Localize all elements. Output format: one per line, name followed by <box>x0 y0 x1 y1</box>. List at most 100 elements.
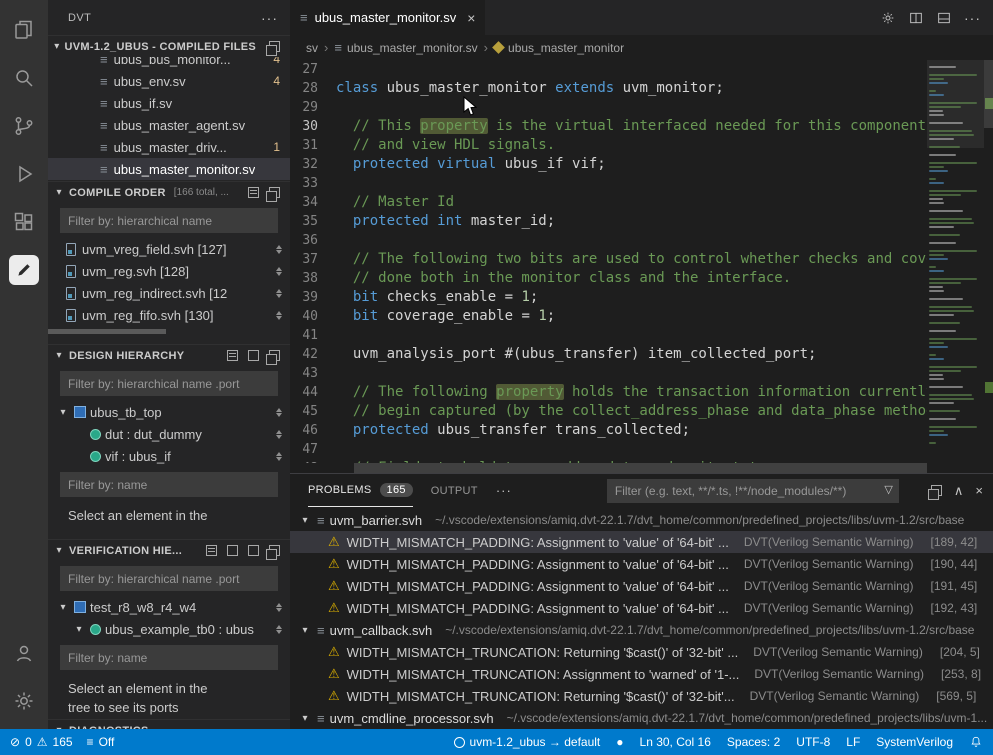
layout-panel-icon[interactable] <box>936 10 952 26</box>
compiled-file-item[interactable]: ≡ubus_env.sv4 <box>48 70 290 92</box>
code-line[interactable]: 39 bit checks_enable = 1; <box>290 288 927 307</box>
code-line[interactable]: 36 <box>290 231 927 250</box>
code-line[interactable]: 33 <box>290 174 927 193</box>
code-line[interactable]: 42 uvm_analysis_port #(ubus_transfer) it… <box>290 345 927 364</box>
code-line[interactable]: 30 // This property is the virtual inter… <box>290 117 927 136</box>
code-line[interactable]: 47 <box>290 440 927 459</box>
collapse-all-icon[interactable] <box>269 187 280 198</box>
source-control-icon[interactable] <box>0 102 48 150</box>
code-editor[interactable]: 2728class ubus_master_monitor extends uv… <box>290 60 993 473</box>
problem-file-row[interactable]: ▾≡uvm_barrier.svh~/.vscode/extensions/am… <box>290 509 993 531</box>
code-line[interactable]: 27 <box>290 60 927 79</box>
collapse-all-icon[interactable] <box>269 41 280 52</box>
tab-output[interactable]: OUTPUT <box>431 474 478 507</box>
close-panel-icon[interactable]: × <box>975 483 983 498</box>
compiled-file-item[interactable]: ≡ubus_bus_monitor...4 <box>48 57 290 70</box>
verification-ports-filter-input[interactable] <box>60 645 278 670</box>
group-elements-icon[interactable] <box>227 545 238 556</box>
section-verification-hierarchy[interactable]: ▾ VERIFICATION HIE... <box>48 539 290 561</box>
section-compile-order[interactable]: ▾ COMPILE ORDER [166 total, ... <box>48 181 290 203</box>
more-actions-icon[interactable]: ··· <box>261 10 278 26</box>
problem-row[interactable]: ⚠WIDTH_MISMATCH_TRUNCATION: Returning '$… <box>290 685 993 707</box>
hierarchy-item[interactable]: ▾ubus_example_tb0 : ubus <box>48 618 290 640</box>
problem-row[interactable]: ⚠WIDTH_MISMATCH_PADDING: Assignment to '… <box>290 531 993 553</box>
link-editor-icon[interactable] <box>248 545 259 556</box>
code-line[interactable]: 43 <box>290 364 927 383</box>
move-panel-icon[interactable] <box>931 485 942 496</box>
problem-file-row[interactable]: ▾≡uvm_cmdline_processor.svh~/.vscode/ext… <box>290 707 993 729</box>
problem-row[interactable]: ⚠WIDTH_MISMATCH_TRUNCATION: Returning '$… <box>290 641 993 663</box>
hierarchy-item[interactable]: ▾ubus_tb_top <box>48 401 290 423</box>
notifications-bell-icon[interactable] <box>969 735 983 749</box>
breadcrumb-folder[interactable]: sv <box>306 41 318 55</box>
cursor-position[interactable]: Ln 30, Col 16 <box>640 735 711 749</box>
breadcrumb-class[interactable]: ubus_master_monitor <box>494 41 624 55</box>
language-status[interactable]: SystemVerilog <box>876 735 953 749</box>
compile-order-item[interactable]: uvm_reg.svh [128] <box>48 260 290 282</box>
hierarchy-view-icon[interactable] <box>206 545 217 556</box>
code-line[interactable]: 35 protected int master_id; <box>290 212 927 231</box>
compiled-file-item[interactable]: ≡ubus_master_driv...1 <box>48 136 290 158</box>
compile-order-item[interactable]: uvm_reg_fifo.svh [130] <box>48 304 290 326</box>
horizontal-scrollbar[interactable] <box>354 463 927 473</box>
collapse-all-icon[interactable] <box>269 350 280 361</box>
code-line[interactable]: 31 // and view HDL signals. <box>290 136 927 155</box>
problem-row[interactable]: ⚠WIDTH_MISMATCH_PADDING: Assignment to '… <box>290 575 993 597</box>
verification-hierarchy-filter-input[interactable] <box>60 566 278 591</box>
code-line[interactable]: 44 // The following property holds the t… <box>290 383 927 402</box>
settings-gear-icon[interactable] <box>0 677 48 725</box>
design-ports-filter-input[interactable] <box>60 472 278 497</box>
minimap[interactable] <box>927 60 984 463</box>
section-diagnostics[interactable]: ▾ DIAGNOSTICS <box>48 719 290 729</box>
code-line[interactable]: 45 // begin captured (by the collect_add… <box>290 402 927 421</box>
maximize-panel-icon[interactable]: ∧ <box>954 483 964 499</box>
vertical-scrollbar[interactable] <box>984 60 993 128</box>
close-tab-icon[interactable]: × <box>467 10 475 26</box>
code-line[interactable]: 40 bit coverage_enable = 1; <box>290 307 927 326</box>
compile-order-item[interactable]: uvm_vreg_field.svh [127] <box>48 238 290 260</box>
hierarchy-item[interactable]: vif : ubus_if <box>48 445 290 467</box>
compiled-file-item[interactable]: ≡ubus_master_monitor.sv <box>48 158 290 180</box>
eol-status[interactable]: LF <box>846 735 860 749</box>
search-icon[interactable] <box>0 54 48 102</box>
link-editor-icon[interactable] <box>248 350 259 361</box>
code-line[interactable]: 46 protected ubus_transfer trans_collect… <box>290 421 927 440</box>
design-hierarchy-filter-input[interactable] <box>60 371 278 396</box>
filter-funnel-icon[interactable]: ▽ <box>884 483 892 496</box>
horizontal-scrollbar[interactable] <box>48 329 166 334</box>
compiled-file-item[interactable]: ≡ubus_if.sv <box>48 92 290 114</box>
code-line[interactable]: 37 // The following two bits are used to… <box>290 250 927 269</box>
extensions-icon[interactable] <box>0 198 48 246</box>
code-line[interactable]: 41 <box>290 326 927 345</box>
tab-ubus-master-monitor[interactable]: ≡ ubus_master_monitor.sv × <box>290 0 485 35</box>
compile-order-item[interactable]: uvm_reg_indirect.svh [12 <box>48 282 290 304</box>
export-list-icon[interactable] <box>248 187 259 198</box>
analysis-status-dot-icon[interactable]: ● <box>616 735 623 749</box>
collapse-all-icon[interactable] <box>269 545 280 556</box>
tab-problems[interactable]: PROBLEMS 165 <box>308 474 413 507</box>
indentation-status[interactable]: Spaces: 2 <box>727 735 780 749</box>
run-debug-icon[interactable] <box>0 150 48 198</box>
compile-order-filter-input[interactable] <box>60 208 278 233</box>
problem-row[interactable]: ⚠WIDTH_MISMATCH_PADDING: Assignment to '… <box>290 597 993 619</box>
section-design-hierarchy[interactable]: ▾ DESIGN HIERARCHY <box>48 344 290 366</box>
code-line[interactable]: 29 <box>290 98 927 117</box>
more-actions-icon[interactable]: ··· <box>964 10 981 26</box>
section-compiled-files[interactable]: ▾ UVM-1.2_UBUS - COMPILED FILES <box>48 35 290 57</box>
problem-row[interactable]: ⚠WIDTH_MISMATCH_PADDING: Assignment to '… <box>290 553 993 575</box>
more-panel-tabs-icon[interactable]: ··· <box>496 483 512 498</box>
problem-file-row[interactable]: ▾≡uvm_callback.svh~/.vscode/extensions/a… <box>290 619 993 641</box>
problems-filter-input[interactable] <box>607 479 899 503</box>
problem-row[interactable]: ⚠WIDTH_MISMATCH_TRUNCATION: Assignment t… <box>290 663 993 685</box>
breadcrumb-file[interactable]: ≡ ubus_master_monitor.sv <box>334 40 477 55</box>
dvt-tools-icon[interactable] <box>0 246 48 294</box>
code-line[interactable]: 32 protected virtual ubus_if vif; <box>290 155 927 174</box>
hierarchy-view-icon[interactable] <box>227 350 238 361</box>
split-editor-icon[interactable] <box>908 10 924 26</box>
compiled-file-item[interactable]: ≡ubus_master_agent.sv <box>48 114 290 136</box>
code-line[interactable]: 28class ubus_master_monitor extends uvm_… <box>290 79 927 98</box>
hierarchy-item[interactable]: ▾test_r8_w8_r4_w4 <box>48 596 290 618</box>
dvt-project-status[interactable]: uvm-1.2_ubus → default <box>454 735 601 749</box>
build-settings-gear-icon[interactable] <box>880 10 896 26</box>
problems-status[interactable]: ⊘ 0 ⚠ 165 <box>10 735 73 749</box>
